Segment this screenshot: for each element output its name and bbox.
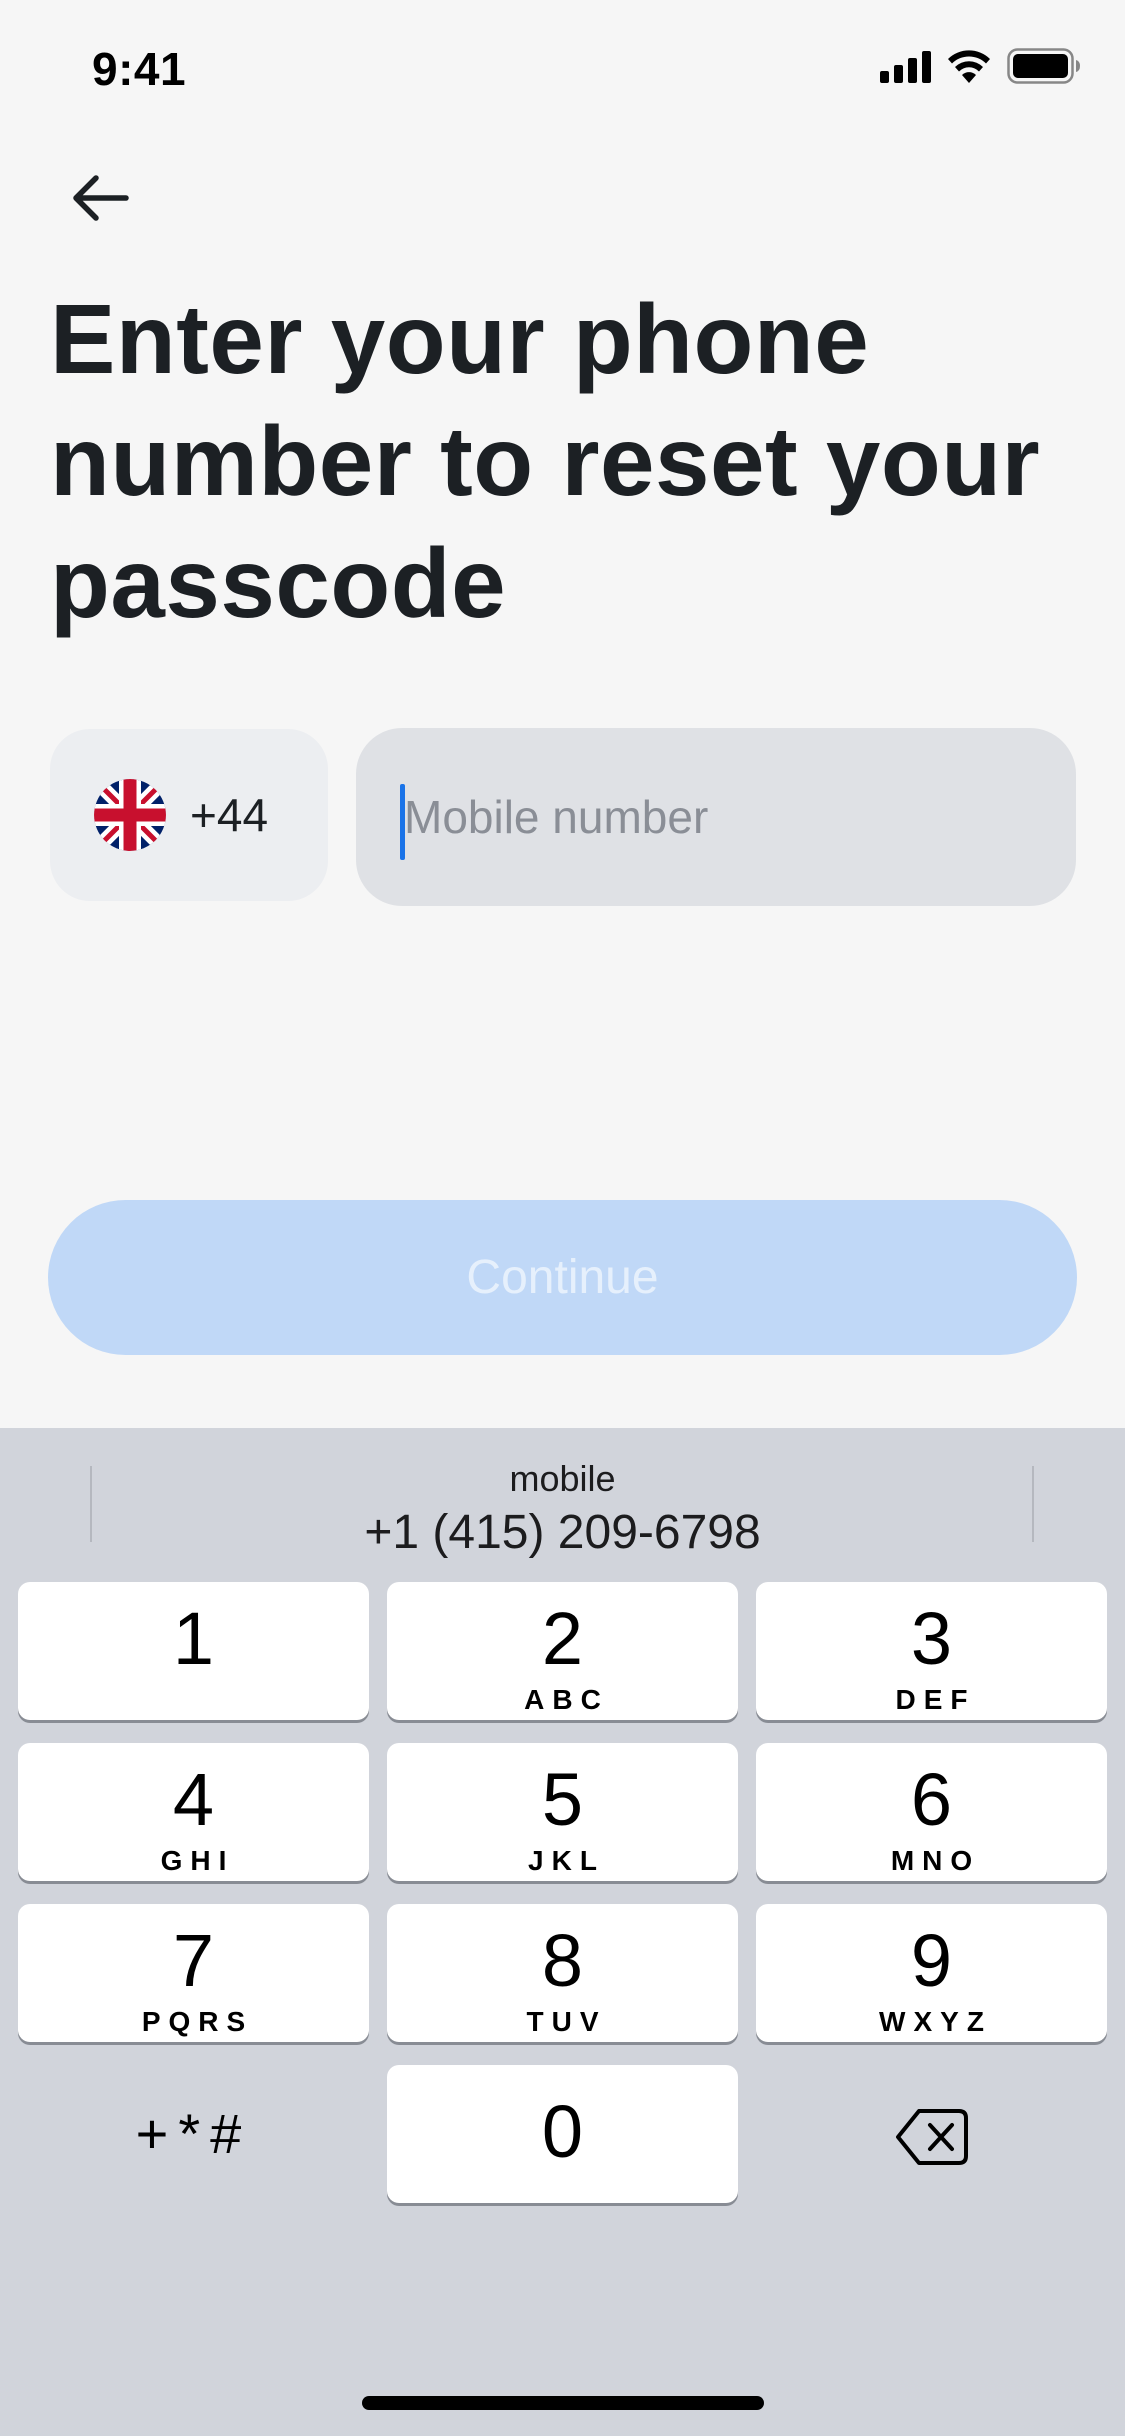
status-bar: 9:41 [0,0,1125,140]
key-digit: 5 [541,1758,584,1841]
country-code-picker[interactable]: +44 [50,729,328,901]
mobile-number-input[interactable] [356,728,1076,906]
symbols-label: +*# [135,2101,252,2165]
dial-code: +44 [190,789,269,841]
key-8[interactable]: 8 TUV [387,1904,738,2042]
wifi-icon [947,49,991,83]
key-7[interactable]: 7 PQRS [18,1904,369,2042]
delete-key[interactable] [756,2068,1107,2206]
key-6[interactable]: 6 MNO [756,1743,1107,1881]
backspace-icon [895,2109,968,2165]
key-digit: 6 [910,1758,953,1841]
key-1[interactable]: 1 [18,1582,369,1720]
suggestion-divider [1032,1466,1034,1542]
battery-icon [1007,48,1081,84]
arrow-left-icon [73,175,129,221]
key-2[interactable]: 2 ABC [387,1582,738,1720]
key-letters: JKL [528,1845,605,1876]
key-letters: DEF [895,1684,976,1715]
key-letters: MNO [890,1845,981,1876]
suggestion-label: mobile [509,1458,616,1499]
key-digit: 0 [541,2090,584,2173]
key-letters: PQRS [141,2006,254,2037]
phone-suggestion[interactable]: mobile +1 (415) 209-6798 [0,1458,1125,1562]
key-letters: ABC [524,1684,609,1715]
numeric-keypad: mobile +1 (415) 209-6798 1 2 ABC 3 DEF 4… [0,1428,1125,2436]
home-indicator [362,2396,764,2410]
key-3[interactable]: 3 DEF [756,1582,1107,1720]
key-5[interactable]: 5 JKL [387,1743,738,1881]
key-digit: 7 [172,1919,215,2002]
symbols-key[interactable]: +*# [18,2064,369,2202]
key-letters: WXYZ [879,2006,992,2037]
page-title: Enter your phone number to reset your pa… [50,284,1041,638]
key-digit: 3 [910,1597,953,1680]
key-0[interactable]: 0 [387,2065,738,2203]
key-digit: 4 [172,1758,215,1841]
signal-icon [880,49,931,83]
key-digit: 1 [172,1597,215,1680]
back-button[interactable] [60,158,140,238]
key-digit: 9 [910,1919,953,2002]
key-letters: TUV [526,2006,607,2037]
key-letters: GHI [160,1845,235,1876]
continue-button[interactable]: Continue [48,1200,1077,1355]
suggestion-number: +1 (415) 209-6798 [364,1506,761,1559]
status-time: 9:41 [92,43,187,95]
key-digit: 2 [541,1597,584,1680]
status-icons [880,48,1081,84]
key-4[interactable]: 4 GHI [18,1743,369,1881]
suggestion-bar: mobile +1 (415) 209-6798 [0,1428,1125,1568]
uk-flag-icon [94,779,166,851]
mobile-number-field[interactable] [356,728,1076,906]
key-9[interactable]: 9 WXYZ [756,1904,1107,2042]
text-cursor [400,784,405,860]
key-digit: 8 [541,1919,584,2002]
